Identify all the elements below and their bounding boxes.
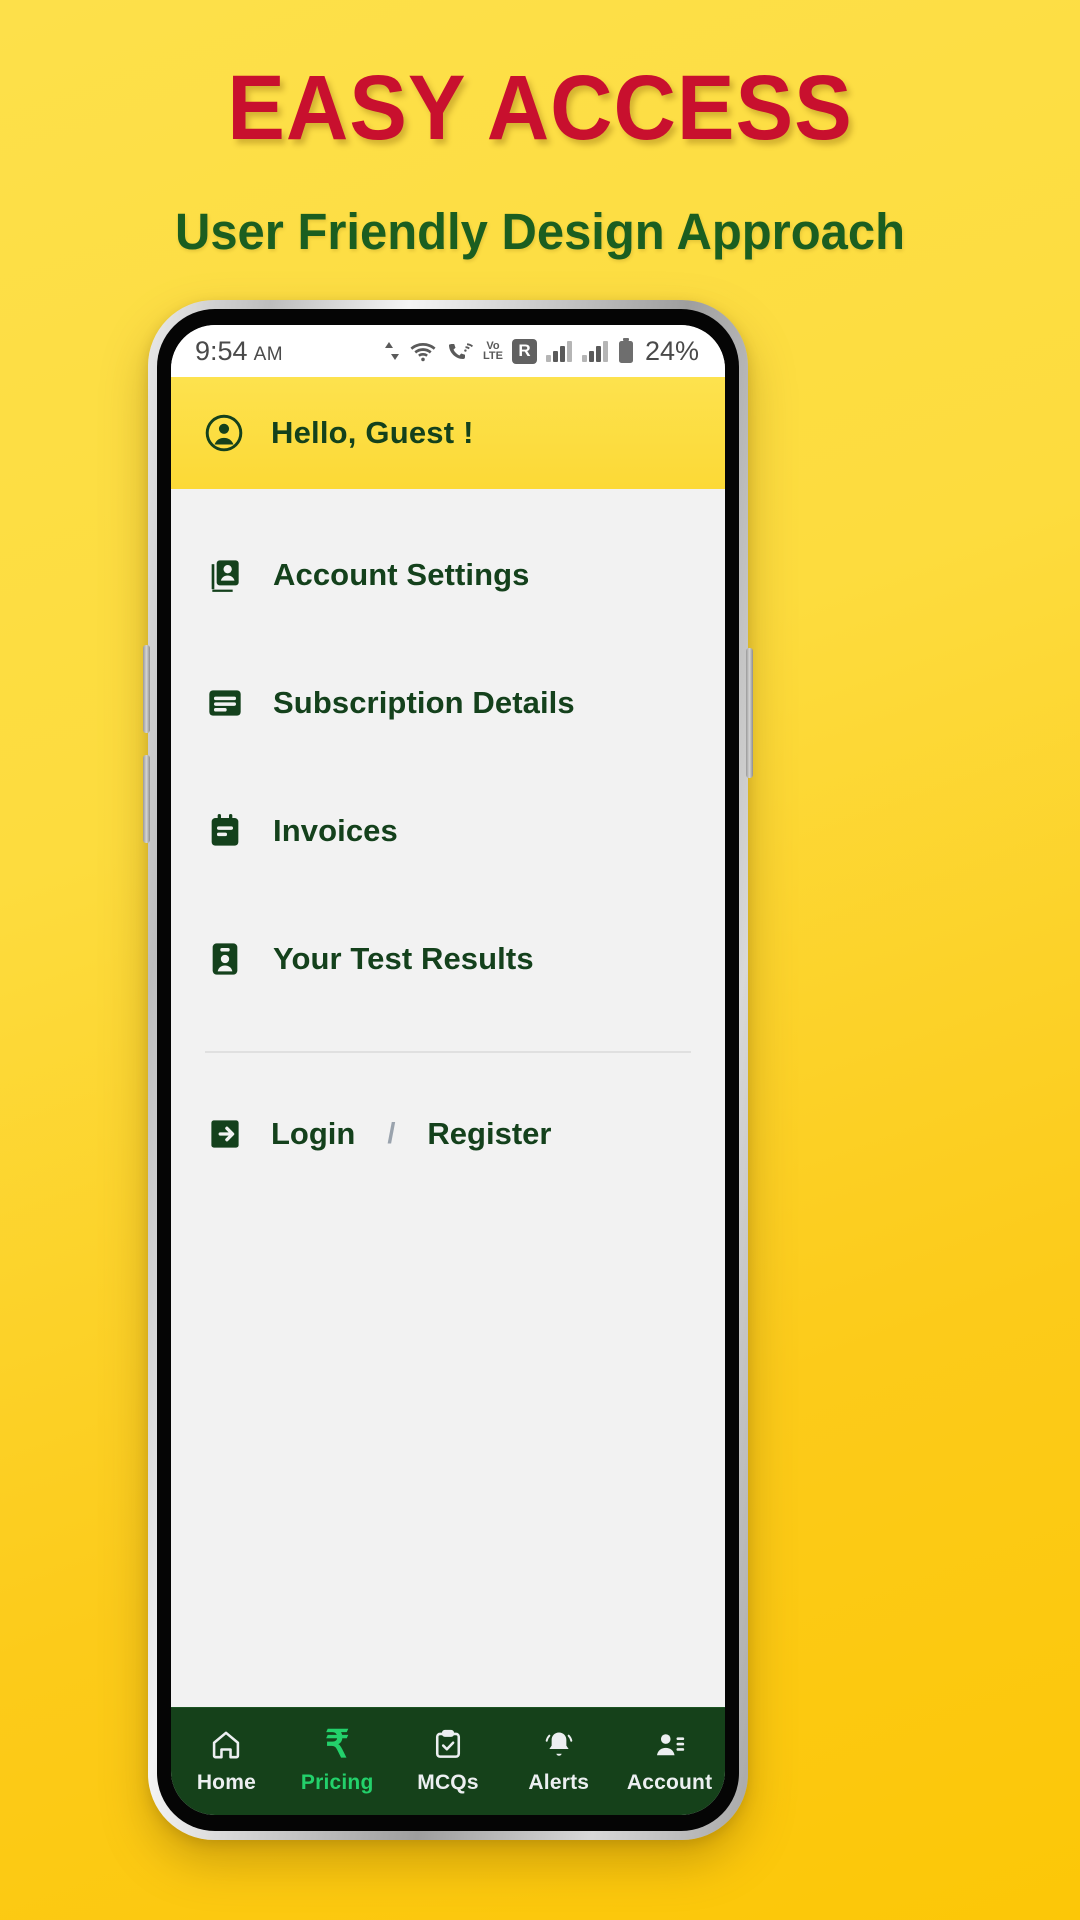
menu-item-invoices[interactable]: Invoices (171, 767, 725, 895)
nav-item-label: Pricing (300, 1771, 374, 1794)
rupee-icon: ₹ (325, 1724, 350, 1766)
nav-item-alerts[interactable]: Alerts (503, 1728, 614, 1795)
menu-item-label: Account Settings (273, 557, 530, 592)
menu-item-label: Your Test Results (273, 941, 534, 976)
roaming-icon: R (511, 338, 537, 364)
bell-icon (545, 1732, 573, 1756)
nav-item-label: Alerts (528, 1771, 590, 1794)
invoice-clipboard-icon (205, 811, 245, 851)
phone-screen: 9:54 AM Vo LTE R 24% Hello, Guest ! Acco… (171, 325, 725, 1815)
signal-bars-icon (545, 341, 572, 362)
call-wifi-icon (448, 343, 474, 359)
phone-bezel: 9:54 AM Vo LTE R 24% Hello, Guest ! Acco… (157, 309, 739, 1831)
nav-item-label: Home (196, 1771, 256, 1794)
status-bar: 9:54 AM Vo LTE R 24% (171, 325, 725, 377)
account-list-icon (656, 1734, 684, 1756)
volte-icon: Vo LTE (482, 341, 503, 362)
clock-ampm: AM (253, 343, 284, 365)
signal-bars-icon (581, 341, 608, 362)
nav-item-mcqs[interactable]: MCQs (393, 1728, 504, 1795)
bottom-navigation: Home ₹ Pricing MCQs Alerts Account (171, 1707, 725, 1815)
battery-percent: 24% (644, 335, 699, 366)
nav-item-label: MCQs (417, 1771, 479, 1794)
greeting-text: Hello, Guest ! (271, 415, 474, 450)
menu-item-label: Invoices (273, 813, 398, 848)
volume-up-button[interactable] (143, 645, 150, 733)
menu-item-subscription-details[interactable]: Subscription Details (171, 639, 725, 767)
subscription-card-icon (205, 683, 245, 723)
auth-row: Login / Register (171, 1079, 725, 1189)
menu-item-test-results[interactable]: Your Test Results (171, 895, 725, 1023)
battery-icon (618, 338, 633, 363)
id-badge-icon (205, 939, 245, 979)
nav-item-home[interactable]: Home (171, 1728, 282, 1795)
promo-subtitle: User Friendly Design Approach (174, 203, 906, 260)
promo-title: EASY ACCESS (227, 57, 853, 159)
account-circle-icon (205, 414, 243, 452)
nav-item-account[interactable]: Account (614, 1728, 725, 1795)
auth-separator: / (387, 1117, 396, 1150)
wifi-icon (410, 343, 436, 362)
home-icon (213, 1731, 240, 1759)
clock-time: 9:54 (195, 335, 248, 366)
phone-frame: 9:54 AM Vo LTE R 24% Hello, Guest ! Acco… (143, 300, 753, 1840)
menu-item-account-settings[interactable]: Account Settings (171, 511, 725, 639)
data-transfer-icon (384, 342, 399, 360)
status-bar-icons: Vo LTE R 24% (384, 336, 699, 367)
clipboard-check-icon (435, 1729, 461, 1758)
power-button[interactable] (746, 648, 753, 778)
contacts-icon (205, 555, 245, 595)
account-menu: Account Settings Subscription Details In… (171, 489, 725, 1707)
promo-banner: EASY ACCESS User Friendly Design Approac… (0, 0, 1080, 260)
menu-divider (205, 1051, 691, 1053)
login-arrow-icon (205, 1115, 245, 1153)
phone-mockup: 9:54 AM Vo LTE R 24% Hello, Guest ! Acco… (143, 300, 753, 1860)
greeting-header[interactable]: Hello, Guest ! (171, 377, 725, 489)
volte-bottom-text: LTE (482, 350, 503, 362)
volume-down-button[interactable] (143, 755, 150, 843)
menu-item-label: Subscription Details (273, 685, 575, 720)
nav-item-pricing[interactable]: ₹ Pricing (282, 1724, 393, 1795)
status-bar-clock: 9:54 AM (195, 336, 283, 367)
register-link[interactable]: Register (427, 1116, 551, 1152)
nav-item-label: Account (626, 1771, 713, 1794)
login-link[interactable]: Login (271, 1116, 355, 1152)
